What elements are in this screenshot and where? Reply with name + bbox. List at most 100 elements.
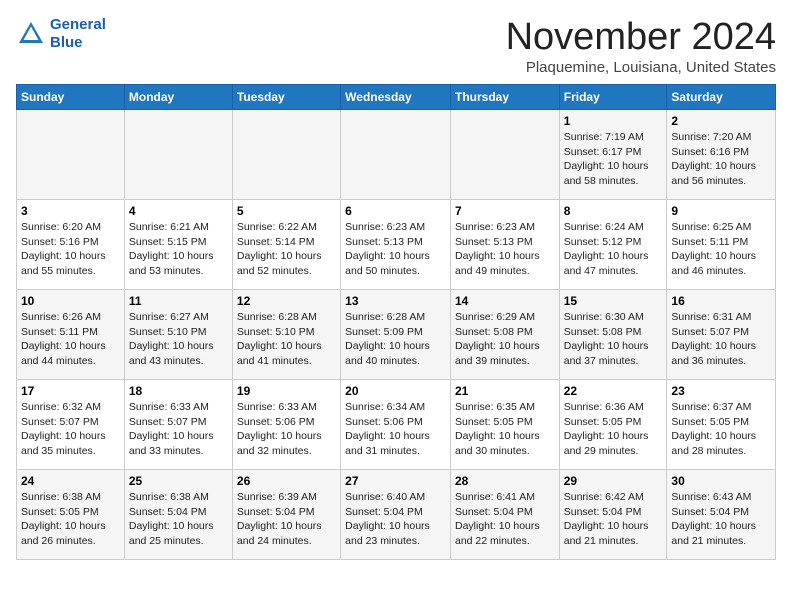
day-number: 30 (671, 474, 771, 488)
day-cell: 17 Sunrise: 6:32 AM Sunset: 5:07 PM Dayli… (17, 380, 125, 470)
day-info: Sunrise: 6:37 AM Sunset: 5:05 PM Dayligh… (671, 400, 771, 459)
day-cell: 25 Sunrise: 6:38 AM Sunset: 5:04 PM Dayli… (124, 470, 232, 560)
calendar-body: 1 Sunrise: 7:19 AM Sunset: 6:17 PM Daylig… (17, 110, 776, 560)
day-cell: 16 Sunrise: 6:31 AM Sunset: 5:07 PM Dayli… (667, 290, 776, 380)
day-info: Sunrise: 6:40 AM Sunset: 5:04 PM Dayligh… (345, 490, 446, 549)
day-number: 15 (564, 294, 663, 308)
day-info: Sunrise: 6:28 AM Sunset: 5:09 PM Dayligh… (345, 310, 446, 369)
day-number: 2 (671, 114, 771, 128)
weekday-row: SundayMondayTuesdayWednesdayThursdayFrid… (17, 85, 776, 110)
day-cell: 27 Sunrise: 6:40 AM Sunset: 5:04 PM Dayli… (341, 470, 451, 560)
day-number: 1 (564, 114, 663, 128)
day-number: 3 (21, 204, 120, 218)
day-cell: 1 Sunrise: 7:19 AM Sunset: 6:17 PM Daylig… (559, 110, 667, 200)
day-info: Sunrise: 6:21 AM Sunset: 5:15 PM Dayligh… (129, 220, 228, 279)
day-cell (341, 110, 451, 200)
location-subtitle: Plaquemine, Louisiana, United States (506, 59, 776, 76)
week-row-2: 10 Sunrise: 6:26 AM Sunset: 5:11 PM Dayli… (17, 290, 776, 380)
day-info: Sunrise: 6:41 AM Sunset: 5:04 PM Dayligh… (455, 490, 555, 549)
weekday-header-saturday: Saturday (667, 85, 776, 110)
day-info: Sunrise: 6:39 AM Sunset: 5:04 PM Dayligh… (237, 490, 336, 549)
day-cell: 2 Sunrise: 7:20 AM Sunset: 6:16 PM Daylig… (667, 110, 776, 200)
day-cell: 9 Sunrise: 6:25 AM Sunset: 5:11 PM Daylig… (667, 200, 776, 290)
week-row-1: 3 Sunrise: 6:20 AM Sunset: 5:16 PM Daylig… (17, 200, 776, 290)
day-info: Sunrise: 6:26 AM Sunset: 5:11 PM Dayligh… (21, 310, 120, 369)
day-info: Sunrise: 7:20 AM Sunset: 6:16 PM Dayligh… (671, 130, 771, 189)
day-cell: 23 Sunrise: 6:37 AM Sunset: 5:05 PM Dayli… (667, 380, 776, 470)
week-row-3: 17 Sunrise: 6:32 AM Sunset: 5:07 PM Dayli… (17, 380, 776, 470)
day-info: Sunrise: 6:34 AM Sunset: 5:06 PM Dayligh… (345, 400, 446, 459)
day-cell: 26 Sunrise: 6:39 AM Sunset: 5:04 PM Dayli… (232, 470, 340, 560)
day-info: Sunrise: 6:27 AM Sunset: 5:10 PM Dayligh… (129, 310, 228, 369)
day-cell: 18 Sunrise: 6:33 AM Sunset: 5:07 PM Dayli… (124, 380, 232, 470)
day-number: 18 (129, 384, 228, 398)
day-cell: 21 Sunrise: 6:35 AM Sunset: 5:05 PM Dayli… (450, 380, 559, 470)
weekday-header-sunday: Sunday (17, 85, 125, 110)
day-cell: 28 Sunrise: 6:41 AM Sunset: 5:04 PM Dayli… (450, 470, 559, 560)
day-cell: 10 Sunrise: 6:26 AM Sunset: 5:11 PM Dayli… (17, 290, 125, 380)
day-number: 16 (671, 294, 771, 308)
day-info: Sunrise: 6:35 AM Sunset: 5:05 PM Dayligh… (455, 400, 555, 459)
day-number: 8 (564, 204, 663, 218)
day-info: Sunrise: 7:19 AM Sunset: 6:17 PM Dayligh… (564, 130, 663, 189)
day-info: Sunrise: 6:33 AM Sunset: 5:06 PM Dayligh… (237, 400, 336, 459)
day-number: 13 (345, 294, 446, 308)
day-cell (450, 110, 559, 200)
weekday-header-wednesday: Wednesday (341, 85, 451, 110)
day-info: Sunrise: 6:38 AM Sunset: 5:04 PM Dayligh… (129, 490, 228, 549)
day-number: 6 (345, 204, 446, 218)
day-info: Sunrise: 6:25 AM Sunset: 5:11 PM Dayligh… (671, 220, 771, 279)
page-header: General Blue November 2024 Plaquemine, L… (16, 16, 776, 76)
day-info: Sunrise: 6:38 AM Sunset: 5:05 PM Dayligh… (21, 490, 120, 549)
day-cell: 14 Sunrise: 6:29 AM Sunset: 5:08 PM Dayli… (450, 290, 559, 380)
day-number: 28 (455, 474, 555, 488)
day-cell: 15 Sunrise: 6:30 AM Sunset: 5:08 PM Dayli… (559, 290, 667, 380)
day-info: Sunrise: 6:32 AM Sunset: 5:07 PM Dayligh… (21, 400, 120, 459)
day-cell: 24 Sunrise: 6:38 AM Sunset: 5:05 PM Dayli… (17, 470, 125, 560)
day-number: 5 (237, 204, 336, 218)
day-number: 12 (237, 294, 336, 308)
day-info: Sunrise: 6:31 AM Sunset: 5:07 PM Dayligh… (671, 310, 771, 369)
month-title: November 2024 (506, 16, 776, 59)
day-info: Sunrise: 6:42 AM Sunset: 5:04 PM Dayligh… (564, 490, 663, 549)
day-cell (124, 110, 232, 200)
day-number: 24 (21, 474, 120, 488)
day-number: 17 (21, 384, 120, 398)
day-number: 9 (671, 204, 771, 218)
day-cell: 3 Sunrise: 6:20 AM Sunset: 5:16 PM Daylig… (17, 200, 125, 290)
day-info: Sunrise: 6:33 AM Sunset: 5:07 PM Dayligh… (129, 400, 228, 459)
week-row-0: 1 Sunrise: 7:19 AM Sunset: 6:17 PM Daylig… (17, 110, 776, 200)
day-cell: 20 Sunrise: 6:34 AM Sunset: 5:06 PM Dayli… (341, 380, 451, 470)
day-cell: 5Sunrise: 6:22 AM Sunset: 5:14 PM Daylig… (232, 200, 340, 290)
day-info: Sunrise: 6:30 AM Sunset: 5:08 PM Dayligh… (564, 310, 663, 369)
weekday-header-friday: Friday (559, 85, 667, 110)
day-number: 23 (671, 384, 771, 398)
title-block: November 2024 Plaquemine, Louisiana, Uni… (506, 16, 776, 76)
day-cell: 30Sunrise: 6:43 AM Sunset: 5:04 PM Dayli… (667, 470, 776, 560)
logo: General Blue (16, 16, 106, 52)
weekday-header-tuesday: Tuesday (232, 85, 340, 110)
day-cell: 11Sunrise: 6:27 AM Sunset: 5:10 PM Dayli… (124, 290, 232, 380)
day-number: 25 (129, 474, 228, 488)
day-info: Sunrise: 6:23 AM Sunset: 5:13 PM Dayligh… (345, 220, 446, 279)
weekday-header-monday: Monday (124, 85, 232, 110)
day-cell: 29Sunrise: 6:42 AM Sunset: 5:04 PM Dayli… (559, 470, 667, 560)
calendar-header: SundayMondayTuesdayWednesdayThursdayFrid… (17, 85, 776, 110)
day-number: 21 (455, 384, 555, 398)
day-cell (17, 110, 125, 200)
day-number: 19 (237, 384, 336, 398)
day-number: 20 (345, 384, 446, 398)
day-number: 27 (345, 474, 446, 488)
weekday-header-thursday: Thursday (450, 85, 559, 110)
day-cell: 4Sunrise: 6:21 AM Sunset: 5:15 PM Daylig… (124, 200, 232, 290)
day-number: 26 (237, 474, 336, 488)
day-number: 22 (564, 384, 663, 398)
day-number: 14 (455, 294, 555, 308)
day-cell: 13 Sunrise: 6:28 AM Sunset: 5:09 PM Dayli… (341, 290, 451, 380)
calendar-table: SundayMondayTuesdayWednesdayThursdayFrid… (16, 84, 776, 560)
day-info: Sunrise: 6:29 AM Sunset: 5:08 PM Dayligh… (455, 310, 555, 369)
day-number: 10 (21, 294, 120, 308)
logo-icon (16, 19, 46, 49)
day-cell: 8Sunrise: 6:24 AM Sunset: 5:12 PM Daylig… (559, 200, 667, 290)
day-info: Sunrise: 6:20 AM Sunset: 5:16 PM Dayligh… (21, 220, 120, 279)
